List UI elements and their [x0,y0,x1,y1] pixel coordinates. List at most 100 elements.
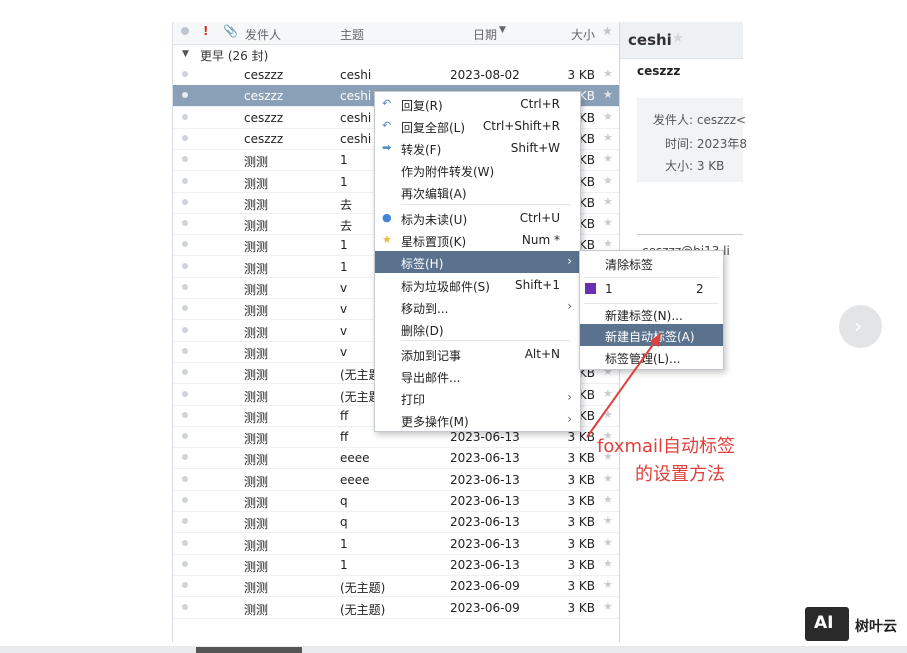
menu-item-add-to-notes[interactable]: 添加到记事 Alt+N [375,343,580,365]
unread-dot-icon [182,454,188,461]
menu-item-label: 标签(H) [401,257,444,271]
row-star-icon[interactable]: ★ [603,195,613,208]
menu-item-mark-unread[interactable]: ● 标为未读(U) Ctrl+U [375,207,580,229]
attachment-column-icon[interactable]: 📎 [223,24,238,38]
unread-dot-icon [182,134,188,141]
date-column-header[interactable]: 日期 [473,26,497,43]
menu-item-label: 星标置顶(K) [401,235,467,249]
menu-item-shortcut: Shift+1 [515,278,560,292]
unread-dot-icon [182,71,188,77]
new-tag-item[interactable]: 新建标签(N)... [580,303,723,325]
menu-item-star-pin[interactable]: ★ 星标置顶(K) Num * [375,229,580,251]
row-star-icon[interactable]: ★ [603,67,613,80]
menu-item-forward-as-attachment[interactable]: 作为附件转发(W) [375,159,580,181]
group-header[interactable]: ▼ 更早 (26 封) [173,44,619,64]
row-size: KB [578,195,595,210]
size-column-header[interactable]: 大小 [571,26,595,43]
next-slide-button[interactable]: › [839,305,882,348]
row-star-icon[interactable]: ★ [603,237,613,250]
menu-item-delete[interactable]: 删除(D) [375,318,580,340]
menu-item-reply[interactable]: ↶ 回复(R) Ctrl+R [375,93,580,115]
tag-count: 2 [696,282,704,296]
row-sender: 测测 [244,176,269,191]
annotation-line-2: 的设置方法 [635,464,725,485]
menu-item-export-mail[interactable]: 导出邮件... [375,365,580,387]
menu-item-shortcut: Ctrl+U [519,211,560,225]
read-status-column-icon[interactable] [181,27,189,35]
menu-item-mark-spam[interactable]: 标为垃圾邮件(S) Shift+1 [375,274,580,296]
unread-dot-icon [182,433,188,440]
row-star-icon[interactable]: ★ [603,152,613,165]
row-star-icon[interactable]: ★ [603,88,613,101]
table-row[interactable]: 测测 q 2023-06-13 3 KB ★ [173,490,619,512]
menu-item-label: 转发(F) [401,143,442,157]
row-subject: q [340,494,348,508]
row-star-icon[interactable]: ★ [603,174,613,187]
table-row[interactable]: 测测 (无主题) 2023-06-09 3 KB ★ [173,597,619,619]
row-sender: 测测 [244,474,269,489]
star-column-icon[interactable]: ★ [602,24,613,38]
menu-item-label: 导出邮件... [401,371,461,385]
bottom-strip [0,646,907,653]
row-subject: eeee [340,472,370,487]
menu-item-tags[interactable]: 标签(H) › [375,251,580,273]
collapse-triangle-icon[interactable]: ▼ [182,49,189,59]
annotation-text: foxmail自动标签 的设置方法 [597,433,735,489]
menu-item-shortcut: Ctrl+Shift+R [482,119,560,133]
clear-tag-item[interactable]: 清除标签 [580,252,723,274]
row-star-icon[interactable]: ★ [603,600,613,613]
row-star-icon[interactable]: ★ [603,131,613,144]
unread-dot-icon [182,475,188,482]
sort-chevron-icon[interactable]: ▼ [499,25,506,35]
unread-dot-icon [182,262,188,269]
row-size: 3 KB [567,536,595,551]
tag-item-1[interactable]: 1 2 [580,278,723,300]
menu-item-shortcut: Num * [521,233,560,247]
unread-dot-icon [182,241,188,248]
row-star-icon[interactable]: ★ [603,514,613,527]
row-sender: 测测 [244,325,269,340]
bottom-tab [196,647,302,653]
menu-item-edit-again[interactable]: 再次编辑(A) [375,181,580,203]
row-sender: ceszzz [244,89,284,104]
table-row[interactable]: ceszzz ceshi 2023-08-02 3 KB ★ [173,64,619,86]
table-row[interactable]: 测测 eeee 2023-06-13 3 KB ★ [173,469,619,491]
subject-column-header[interactable]: 主题 [340,26,364,43]
row-star-icon[interactable]: ★ [603,216,613,229]
menu-item-print[interactable]: 打印 › [375,387,580,409]
table-row[interactable]: 测测 1 2023-06-13 3 KB ★ [173,533,619,555]
row-size: KB [578,153,595,168]
unread-dot-icon [182,560,188,567]
menu-separator [401,204,571,205]
table-row[interactable]: 测测 q 2023-06-13 3 KB ★ [173,511,619,534]
unread-dot-icon [182,497,188,503]
row-star-icon[interactable]: ★ [603,536,613,549]
menu-item-forward[interactable]: ➡ 转发(F) Shift+W [375,137,580,159]
preview-star-icon[interactable]: ★ [672,31,684,46]
row-subject: v [340,323,348,338]
row-star-icon[interactable]: ★ [603,578,613,591]
row-subject: ff [340,430,349,445]
row-subject: 1 [340,174,348,189]
tag-color-swatch-icon [585,283,596,294]
row-star-icon[interactable]: ★ [603,493,613,506]
menu-item-more-actions[interactable]: 更多操作(M) › [375,409,580,431]
row-star-icon[interactable]: ★ [603,110,613,123]
unread-dot-icon [182,305,188,312]
menu-item-reply-all[interactable]: ↶ 回复全部(L) Ctrl+Shift+R [375,115,580,137]
forward-icon: ➡ [382,141,392,154]
row-date: 2023-06-13 [450,536,520,551]
unread-dot-icon [182,347,188,354]
table-row[interactable]: 测测 eeee 2023-06-13 3 KB ★ [173,447,619,470]
table-row[interactable]: 测测 1 2023-06-13 3 KB ★ [173,554,619,576]
row-star-icon[interactable]: ★ [603,557,613,570]
menu-item-move-to[interactable]: 移动到... › [375,296,580,318]
row-subject: 1 [340,536,348,551]
preview-from-name: ceszzz [637,64,681,78]
table-row[interactable]: 测测 (无主题) 2023-06-09 3 KB ★ [173,575,619,598]
priority-column-icon[interactable]: ! [203,24,208,38]
logo-mark-icon: AI [805,607,849,641]
context-menu: ↶ 回复(R) Ctrl+R ↶ 回复全部(L) Ctrl+Shift+R ➡ 转发(F) Sh… [374,91,581,432]
menu-item-shortcut: Alt+N [524,347,560,361]
sender-column-header[interactable]: 发件人 [245,26,281,43]
